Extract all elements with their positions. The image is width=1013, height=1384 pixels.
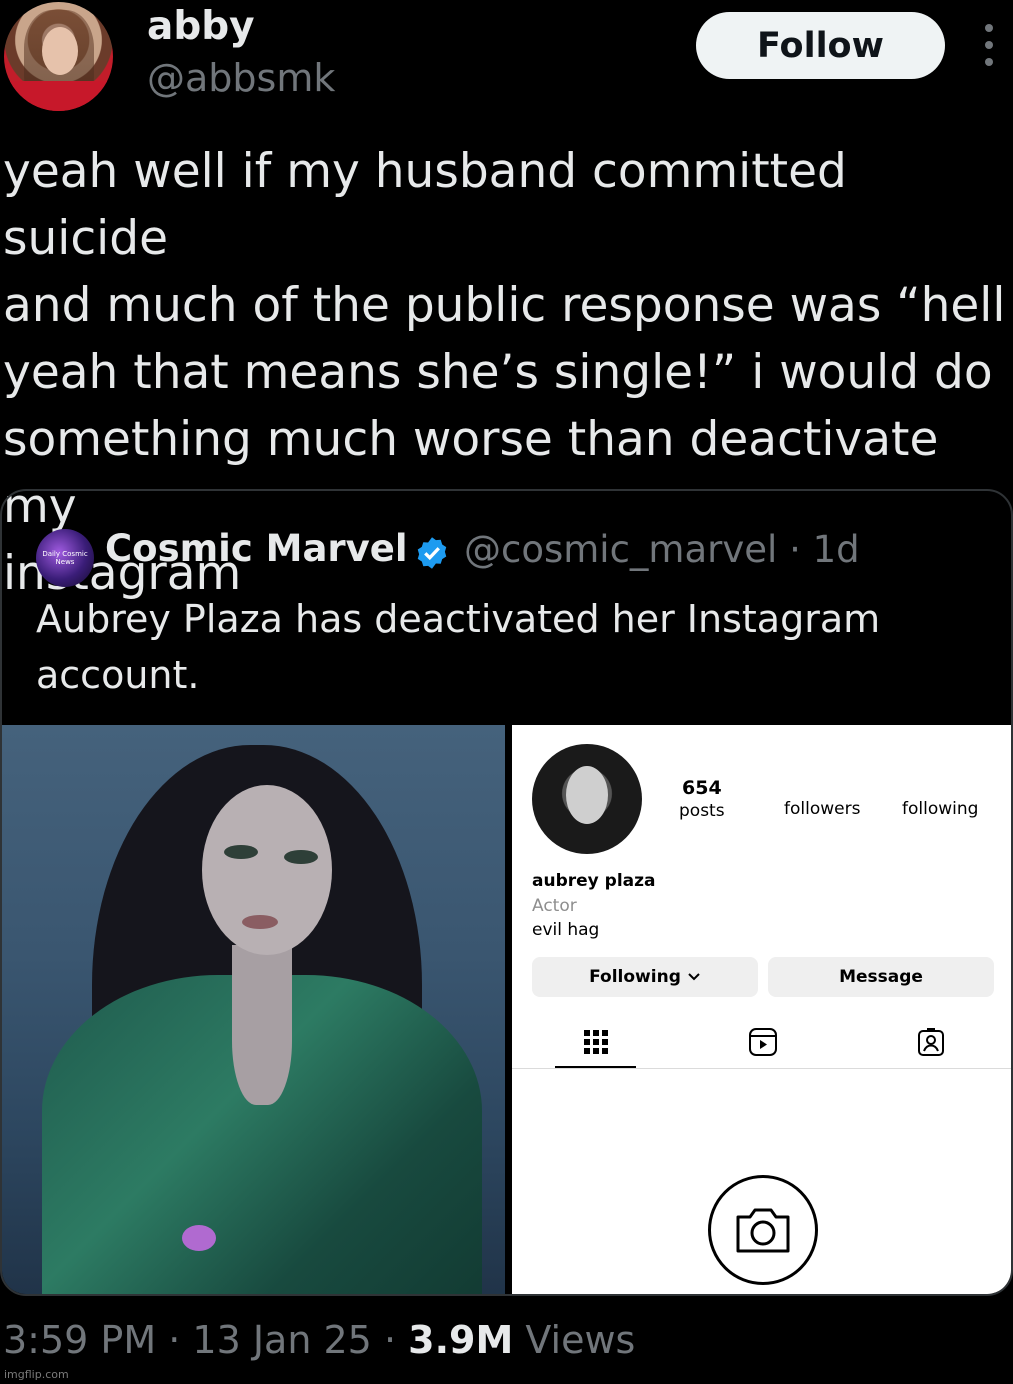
quoted-tweet-age: 1d (812, 528, 860, 571)
instagram-message-button: Message (768, 957, 994, 997)
instagram-posts-label: posts (679, 801, 725, 821)
instagram-profile-name: aubrey plaza (532, 871, 656, 891)
tweet-date[interactable]: 13 Jan 25 (192, 1318, 371, 1362)
quoted-tweet-text: Aubrey Plaza has deactivated her Instagr… (36, 597, 881, 697)
follow-button[interactable]: Follow (696, 12, 945, 79)
instagram-profile-bio: evil hag (532, 920, 600, 940)
verified-badge-icon (417, 537, 447, 569)
separator-dot: · (383, 1318, 397, 1362)
chevron-down-icon (688, 973, 700, 981)
tweet-metadata: 3:59 PM · 13 Jan 25 · 3.9M Views (3, 1318, 635, 1362)
tweet-time[interactable]: 3:59 PM (3, 1318, 156, 1362)
quoted-author-name[interactable]: Cosmic Marvel (105, 527, 408, 570)
quoted-author-avatar[interactable]: Daily Cosmic News (36, 529, 94, 587)
tab-divider (512, 1068, 1011, 1069)
camera-icon (708, 1175, 818, 1285)
watermark: imgflip.com (4, 1368, 69, 1381)
author-display-name[interactable]: abby (147, 4, 255, 49)
quoted-photo-portrait[interactable] (2, 725, 505, 1294)
instagram-posts-count: 654 (682, 777, 722, 799)
quoted-author-handle[interactable]: @cosmic_marvel · 1d (464, 528, 860, 571)
author-avatar[interactable] (4, 2, 113, 111)
tagged-icon (911, 1025, 951, 1059)
separator-dot: · (789, 528, 813, 571)
reels-icon (743, 1025, 783, 1059)
more-options-icon[interactable] (978, 24, 1000, 66)
views-label: Views (525, 1318, 636, 1362)
quoted-handle-text: @cosmic_marvel (464, 528, 778, 571)
views-count: 3.9M (408, 1318, 514, 1362)
quoted-tweet-card[interactable]: Daily Cosmic News Cosmic Marvel @cosmic_… (0, 489, 1013, 1296)
author-handle[interactable]: @abbsmk (147, 56, 335, 100)
grid-icon (576, 1025, 616, 1059)
instagram-profile-avatar (532, 744, 642, 854)
separator-dot: · (168, 1318, 181, 1362)
quoted-photo-instagram-screenshot[interactable]: 654 posts followers following aubrey pla… (512, 725, 1011, 1294)
instagram-following-button: Following (532, 957, 758, 997)
instagram-following-label: following (902, 799, 979, 819)
instagram-followers-label: followers (784, 799, 861, 819)
instagram-profile-category: Actor (532, 896, 577, 916)
instagram-following-label-text: Following (589, 967, 681, 987)
quoted-avatar-text: Daily Cosmic News (42, 550, 88, 566)
